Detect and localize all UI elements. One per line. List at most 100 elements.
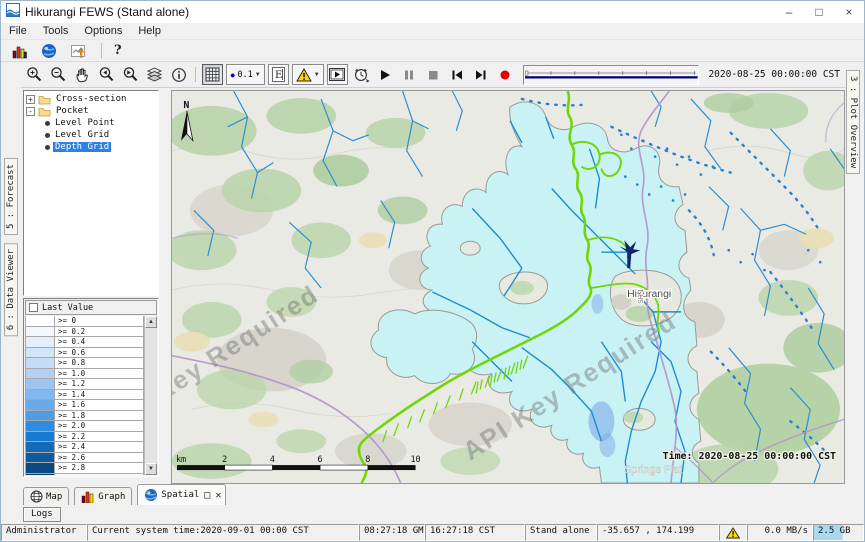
- app-icon: [6, 3, 20, 22]
- tab-forecast[interactable]: 5 : Forecast: [4, 158, 18, 235]
- legend-row: >= 3.0: [25, 474, 144, 476]
- skip-to-start-button[interactable]: [447, 64, 468, 85]
- legend-list: >= 0 >= 0.2: [25, 316, 144, 475]
- tree-node-label[interactable]: Level Grid: [53, 130, 111, 140]
- tab-close-icon[interactable]: ✕: [215, 490, 221, 501]
- svg-text:E: E: [275, 70, 282, 81]
- interval-value: 0.1: [237, 70, 252, 80]
- scroll-track[interactable]: [145, 328, 157, 463]
- tree-node-label[interactable]: Level Point: [53, 118, 117, 128]
- legend-scrollbar[interactable]: ▲ ▼: [144, 316, 157, 475]
- menu-item[interactable]: File: [9, 25, 27, 37]
- tree-node-label[interactable]: Depth Grid: [53, 142, 111, 152]
- map-time-label: Time: 2020-08-25 00:00:00 CST: [663, 450, 836, 462]
- play-button[interactable]: [375, 64, 396, 85]
- menu-item[interactable]: Tools: [43, 25, 69, 37]
- tree-node-label[interactable]: Cross-section: [54, 94, 128, 104]
- locality-label: Springs Flat: [624, 464, 682, 476]
- tab-graph[interactable]: Graph: [74, 487, 132, 505]
- legend-label: >= 3.0: [54, 473, 144, 476]
- application-window: Hikurangi FEWS (Stand alone) – □ × File T…: [0, 0, 865, 542]
- zoom-previous-icon[interactable]: [96, 64, 117, 85]
- wire-globe-icon: [30, 490, 43, 503]
- interval-dot-icon: ●: [230, 70, 235, 80]
- legend-button[interactable]: E: [268, 64, 289, 85]
- zoom-out-icon[interactable]: [48, 64, 69, 85]
- status-local-time: 16:27:18 CST: [425, 524, 525, 541]
- scroll-up-icon[interactable]: ▲: [145, 316, 157, 328]
- warning-dropdown[interactable]: ▼: [292, 64, 324, 85]
- panel-divider[interactable]: [159, 88, 171, 483]
- tree-node-level-point[interactable]: Level Point: [26, 117, 158, 129]
- right-tab-strip: 3 : Plot Overview: [845, 62, 864, 483]
- tab-data-viewer[interactable]: 6 : Data Viewer: [4, 243, 18, 336]
- layers-icon[interactable]: [144, 64, 165, 85]
- status-download-rate: 0.0 MB/s: [747, 524, 813, 541]
- animation-export-button[interactable]: [327, 64, 348, 85]
- timeseries-edit-icon[interactable]: [68, 40, 89, 61]
- animation-timer-icon[interactable]: [351, 64, 372, 85]
- last-value-checkbox[interactable]: [29, 303, 38, 312]
- chevron-down-icon: ▼: [255, 72, 261, 78]
- map-area: API Key Required API Key Required Hikura…: [171, 88, 845, 483]
- tab-plot-overview[interactable]: 3 : Plot Overview: [846, 70, 860, 174]
- map-globe-icon[interactable]: [38, 40, 59, 61]
- status-warning-cell[interactable]: [719, 524, 747, 541]
- logs-row: Logs: [1, 505, 864, 524]
- bar-chart-icon: [81, 490, 95, 503]
- main-toolbar: ?: [1, 40, 864, 62]
- scale-tick: 2: [222, 454, 227, 464]
- spatial-toolbar: ●0.1▼ E ▼ 20: [21, 62, 845, 88]
- toolbar-separator: [195, 67, 196, 82]
- database-chart-icon[interactable]: [8, 40, 29, 61]
- close-button[interactable]: ×: [834, 5, 864, 19]
- expander-icon[interactable]: +: [26, 95, 35, 104]
- stop-button[interactable]: [423, 64, 444, 85]
- zoom-next-icon[interactable]: [120, 64, 141, 85]
- maximize-button[interactable]: □: [804, 5, 834, 19]
- expander-icon[interactable]: -: [26, 107, 35, 116]
- warning-icon: [726, 527, 740, 539]
- tab-maximize-icon[interactable]: □: [204, 490, 210, 501]
- folder-icon: [38, 94, 51, 105]
- window-title: Hikurangi FEWS (Stand alone): [25, 5, 189, 19]
- document-tabs: Map Graph Spatial □ ✕: [1, 483, 864, 505]
- zoom-in-icon[interactable]: [24, 64, 45, 85]
- minimize-button[interactable]: –: [774, 5, 804, 19]
- time-slider[interactable]: [523, 65, 700, 85]
- status-user: Administrator: [1, 524, 87, 541]
- record-button[interactable]: [495, 64, 516, 85]
- time-slider-track: [524, 70, 699, 79]
- pan-hand-icon[interactable]: [72, 64, 93, 85]
- status-mode: Stand alone: [525, 524, 597, 541]
- grid-toggle-button[interactable]: [202, 64, 223, 85]
- globe-icon: [144, 488, 158, 502]
- logs-button[interactable]: Logs: [23, 507, 61, 522]
- pause-button[interactable]: [399, 64, 420, 85]
- menu-bar: File Tools Options Help: [1, 23, 864, 40]
- tree-node-depth-grid[interactable]: Depth Grid: [26, 141, 158, 153]
- title-bar: Hikurangi FEWS (Stand alone) – □ ×: [1, 1, 864, 23]
- tab-spatial[interactable]: Spatial □ ✕: [137, 484, 226, 505]
- warning-icon: [296, 68, 312, 82]
- tree-node-label[interactable]: Pocket: [54, 106, 91, 116]
- bullet-icon: [45, 121, 50, 126]
- bullet-icon: [45, 145, 50, 150]
- tab-map-label: Map: [46, 492, 62, 502]
- interval-dropdown[interactable]: ●0.1▼: [226, 64, 265, 85]
- tree-node-cross-section[interactable]: + Cross-section: [26, 93, 158, 105]
- status-system-time: Current system time:2020-09-01 00:00 CST: [87, 524, 359, 541]
- status-gmt-time: 08:27:18 GMT: [359, 524, 425, 541]
- info-icon[interactable]: [168, 64, 189, 85]
- menu-item[interactable]: Help: [138, 25, 161, 37]
- tree-node-level-grid[interactable]: Level Grid: [26, 129, 158, 141]
- scale-tick: 6: [318, 454, 323, 464]
- skip-to-end-button[interactable]: [471, 64, 492, 85]
- tree-node-pocket[interactable]: - Pocket: [26, 105, 158, 117]
- menu-item[interactable]: Options: [84, 25, 122, 37]
- scroll-down-icon[interactable]: ▼: [145, 463, 157, 475]
- scale-tick: 10: [410, 454, 420, 464]
- help-button[interactable]: ?: [114, 43, 122, 58]
- tab-map[interactable]: Map: [23, 487, 69, 505]
- map-canvas[interactable]: API Key Required API Key Required Hikura…: [171, 90, 845, 484]
